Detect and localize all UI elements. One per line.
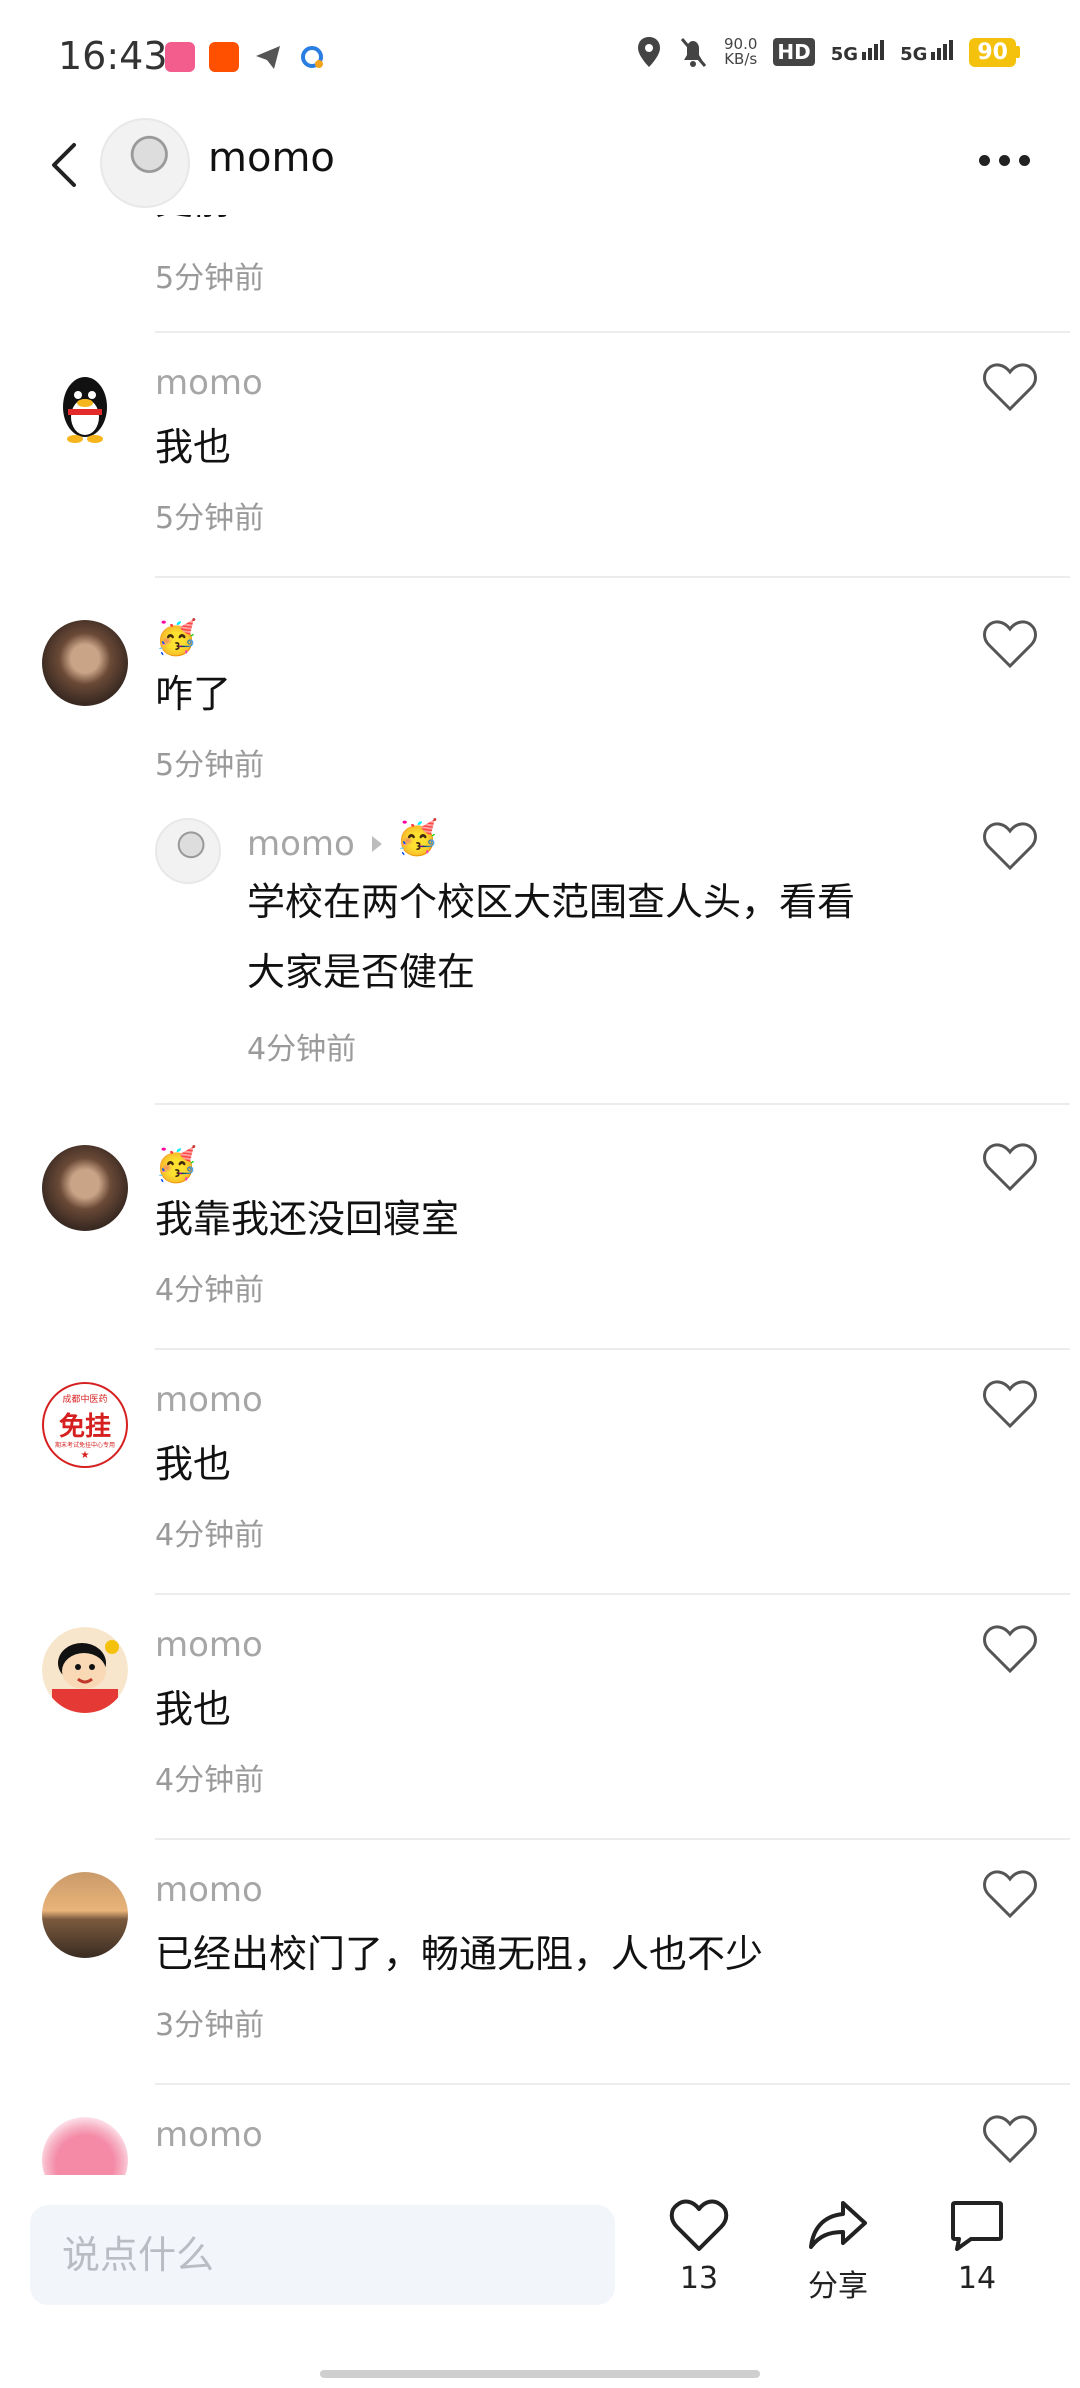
comment-username[interactable]: momo bbox=[155, 1380, 263, 1420]
comment-count: 14 bbox=[957, 2261, 997, 2296]
comment-time: 4分钟前 bbox=[155, 1763, 265, 1798]
share-button[interactable]: 分享 bbox=[793, 2199, 883, 2305]
hd-badge: HD bbox=[773, 38, 815, 66]
comment-text: 咋了 bbox=[155, 672, 232, 716]
like-heart-icon[interactable] bbox=[982, 363, 1038, 413]
sunset-avatar[interactable] bbox=[42, 1872, 128, 1958]
like-heart-icon[interactable] bbox=[982, 620, 1038, 670]
reply-avatar[interactable] bbox=[155, 818, 221, 884]
divider bbox=[155, 576, 1070, 578]
location-icon bbox=[638, 37, 660, 67]
status-bar: 16:43 90.0 KB/s HD 5G 5G 90 bbox=[0, 0, 1080, 115]
reply-arrow-icon bbox=[372, 836, 382, 852]
comment-bubble-icon bbox=[951, 2201, 1003, 2251]
comment-text: 我也 bbox=[155, 1442, 232, 1486]
mute-bell-icon bbox=[680, 38, 707, 67]
divider bbox=[155, 1593, 1070, 1595]
reply-username[interactable]: momo bbox=[247, 824, 355, 864]
name-emoji: 🥳 bbox=[155, 1145, 198, 1185]
more-dots-icon bbox=[979, 155, 990, 166]
comment-time: 5分钟前 bbox=[155, 261, 265, 296]
reply-emoji: 🥳 bbox=[396, 818, 439, 858]
like-button[interactable]: 13 bbox=[654, 2199, 744, 2296]
comment-text: 我也 bbox=[155, 425, 232, 469]
share-label: 分享 bbox=[808, 2269, 868, 2304]
like-heart-icon[interactable] bbox=[982, 822, 1038, 872]
stamp-avatar-star-icon: ★ bbox=[80, 1450, 90, 1461]
reply-time: 4分钟前 bbox=[247, 1032, 357, 1067]
divider bbox=[155, 331, 1070, 333]
like-heart-icon[interactable] bbox=[982, 1870, 1038, 1920]
page-title: momo bbox=[208, 135, 335, 181]
more-button[interactable] bbox=[979, 155, 1030, 166]
status-time: 16:43 bbox=[58, 34, 168, 78]
chevron-left-icon bbox=[52, 143, 76, 187]
signal-sim1: 5G bbox=[830, 39, 885, 65]
comment-time: 5分钟前 bbox=[155, 501, 265, 536]
stamp-avatar[interactable]: 成都中医药 免挂 期末考试免挂中心专用 ★ bbox=[42, 1382, 128, 1468]
comment-text: 我也 bbox=[155, 1687, 232, 1731]
comment-username[interactable]: momo bbox=[155, 363, 263, 403]
comment-username[interactable]: momo bbox=[155, 1625, 263, 1665]
divider bbox=[155, 1103, 1070, 1105]
reply-text-line1: 学校在两个校区大范围查人头，看看 bbox=[247, 880, 856, 924]
reply-text-line2: 大家是否健在 bbox=[247, 950, 476, 994]
qq-app-icon bbox=[297, 42, 327, 72]
like-heart-icon[interactable] bbox=[982, 1380, 1038, 1430]
divider bbox=[155, 2083, 1070, 2085]
heart-icon bbox=[669, 2199, 729, 2251]
share-arrow-icon bbox=[809, 2201, 867, 2249]
penguin-avatar[interactable] bbox=[42, 365, 128, 451]
photo-avatar[interactable] bbox=[42, 620, 128, 706]
battery-level: 90 bbox=[969, 37, 1016, 67]
net-speed: 90.0 KB/s bbox=[724, 37, 757, 67]
divider bbox=[155, 1838, 1070, 1840]
chat-header: momo bbox=[0, 115, 1080, 215]
comment-text: 史前 bbox=[155, 215, 231, 235]
like-heart-icon[interactable] bbox=[982, 1625, 1038, 1675]
stamp-avatar-bottom-text: 期末考试免挂中心专用 bbox=[54, 1442, 115, 1449]
battery-indicator: 90 bbox=[969, 37, 1020, 67]
comment-text: 已经出校门了，畅通无阻，人也不少 bbox=[155, 1932, 764, 1976]
cartoon-avatar[interactable] bbox=[42, 1627, 128, 1713]
stamp-avatar-top-text: 成都中医药 bbox=[62, 1395, 108, 1405]
name-emoji: 🥳 bbox=[155, 618, 198, 658]
comment-time: 4分钟前 bbox=[155, 1518, 265, 1553]
net-speed-unit: KB/s bbox=[724, 50, 758, 68]
back-button[interactable] bbox=[44, 137, 84, 193]
taobao-app-icon bbox=[209, 42, 239, 72]
signal-sim2: 5G bbox=[900, 39, 954, 65]
comment-time: 3分钟前 bbox=[155, 2008, 265, 2043]
home-indicator[interactable] bbox=[320, 2370, 760, 2378]
sim2-label: 5G bbox=[900, 43, 928, 65]
sim1-label: 5G bbox=[830, 43, 859, 65]
comment-button[interactable]: 14 bbox=[932, 2199, 1022, 2296]
comment-time: 4分钟前 bbox=[155, 1273, 265, 1308]
status-indicators: 90.0 KB/s HD 5G 5G 90 bbox=[636, 36, 1020, 68]
comment-input[interactable]: 说点什么 bbox=[30, 2205, 615, 2305]
photo-avatar[interactable] bbox=[42, 1145, 128, 1231]
comment-list[interactable]: 史前 5分钟前 momo 我也 5分钟前 🥳 咋了 5分钟前 momo 🥳 学校… bbox=[0, 215, 1080, 2175]
comment-time: 5分钟前 bbox=[155, 748, 265, 783]
pink-creature-avatar[interactable] bbox=[42, 2117, 128, 2175]
bilibili-app-icon bbox=[165, 42, 195, 72]
like-heart-icon[interactable] bbox=[982, 1143, 1038, 1193]
comment-username[interactable]: momo bbox=[155, 2115, 263, 2155]
stamp-avatar-main-text: 免挂 bbox=[58, 1412, 111, 1442]
telegram-app-icon bbox=[253, 42, 283, 72]
like-heart-icon[interactable] bbox=[982, 2115, 1038, 2165]
like-count: 13 bbox=[679, 2261, 719, 2296]
comment-username[interactable]: momo bbox=[155, 1870, 263, 1910]
header-avatar[interactable] bbox=[100, 118, 190, 208]
comment-text: 我靠我还没回寝室 bbox=[155, 1197, 460, 1241]
divider bbox=[155, 1348, 1070, 1350]
bottom-bar: 说点什么 13 分享 14 bbox=[0, 2175, 1080, 2388]
